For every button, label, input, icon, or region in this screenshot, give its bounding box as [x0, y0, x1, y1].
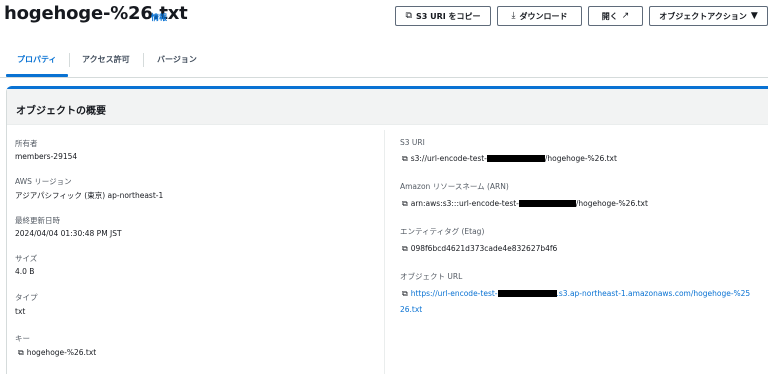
type-value: txt: [15, 307, 26, 316]
key-value-row: ⧉ hogehoge-%26.txt: [18, 348, 96, 358]
arn-row: ⧉ arn:aws:s3:::url-encode-test- /hogehoge-…: [402, 199, 648, 209]
size-value: 4.0 B: [15, 267, 35, 276]
key-value: hogehoge-%26.txt: [26, 348, 97, 357]
object-actions-button[interactable]: オブジェクトアクション ▼: [649, 6, 768, 26]
tab-permissions[interactable]: アクセス許可: [82, 54, 130, 65]
object-url-link-line2[interactable]: 26.txt: [400, 305, 422, 314]
size-label: サイズ: [15, 254, 38, 263]
tab-divider: [143, 53, 144, 67]
external-link-icon: ↗: [621, 11, 630, 21]
etag-value: 098f6bcd4621d373cade4e832627b4f6: [410, 244, 558, 253]
copy-icon[interactable]: ⧉: [402, 289, 408, 298]
redacted-block: [486, 155, 545, 162]
download-button[interactable]: ⤓ ダウンロード: [497, 6, 582, 26]
type-label: タイプ: [15, 293, 38, 302]
tab-divider: [69, 53, 70, 67]
object-url-link-suffix[interactable]: .s3.ap-northeast-1.amazonaws.com/hogehog…: [557, 289, 751, 298]
arn-label: Amazon リソースネーム (ARN): [400, 182, 509, 191]
etag-label: エンティティタグ (Etag): [400, 227, 485, 236]
caret-down-icon: ▼: [750, 11, 758, 21]
panel-title: オブジェクトの概要: [16, 106, 106, 117]
region-value: アジアパシフィック (東京) ap-northeast-1: [15, 191, 164, 200]
copy-icon[interactable]: ⧉: [402, 199, 408, 208]
page-header: hogehoge-%26.txt 情報 ⧉ S3 URI をコピー ⤓ ダウンロ…: [0, 0, 768, 34]
copy-icon[interactable]: ⧉: [402, 244, 408, 253]
tab-bar: プロパティ アクセス許可 バージョン: [0, 44, 768, 78]
info-link[interactable]: 情報: [151, 12, 167, 23]
open-button[interactable]: 開く ↗: [588, 6, 643, 26]
copy-s3-uri-label: S3 URI をコピー: [415, 11, 481, 21]
download-icon: ⤓: [511, 11, 516, 21]
key-label: キー: [15, 334, 30, 343]
owner-label: 所有者: [15, 139, 38, 148]
active-tab-indicator: [6, 74, 68, 77]
arn-suffix: /hogehoge-%26.txt: [575, 199, 648, 208]
object-url-label: オブジェクト URL: [400, 272, 463, 281]
last-modified-value: 2024/04/04 01:30:48 PM JST: [15, 229, 122, 238]
region-label: AWS リージョン: [15, 177, 72, 186]
object-actions-label: オブジェクトアクション: [659, 11, 747, 21]
redacted-block: [518, 200, 576, 207]
copy-icon[interactable]: ⧉: [402, 154, 408, 163]
redacted-block: [497, 290, 557, 297]
copy-s3-uri-button[interactable]: ⧉ S3 URI をコピー: [395, 6, 491, 26]
s3-uri-label: S3 URI: [400, 138, 425, 147]
s3-uri-suffix: /hogehoge-%26.txt: [544, 154, 617, 163]
arn-prefix: arn:aws:s3:::url-encode-test-: [410, 199, 519, 208]
object-url-row: ⧉ https://url-encode-test- .s3.ap-northeas…: [402, 289, 750, 299]
copy-icon: ⧉: [405, 11, 412, 21]
object-url-link-prefix[interactable]: https://url-encode-test-: [411, 289, 498, 298]
s3-uri-row: ⧉ s3://url-encode-test- /hogehoge-%26.txt: [402, 154, 617, 164]
download-label: ダウンロード: [519, 11, 568, 21]
copy-icon[interactable]: ⧉: [18, 348, 24, 357]
open-label: 開く: [601, 11, 618, 21]
column-divider: [384, 130, 385, 374]
tab-versions[interactable]: バージョン: [157, 54, 197, 65]
last-modified-label: 最終更新日時: [15, 216, 60, 225]
s3-uri-prefix: s3://url-encode-test-: [410, 154, 487, 163]
tab-properties[interactable]: プロパティ: [17, 54, 57, 65]
panel-header: オブジェクトの概要: [7, 89, 768, 125]
owner-value: members-29154: [15, 152, 78, 161]
etag-row: ⧉ 098f6bcd4621d373cade4e832627b4f6: [402, 244, 557, 254]
